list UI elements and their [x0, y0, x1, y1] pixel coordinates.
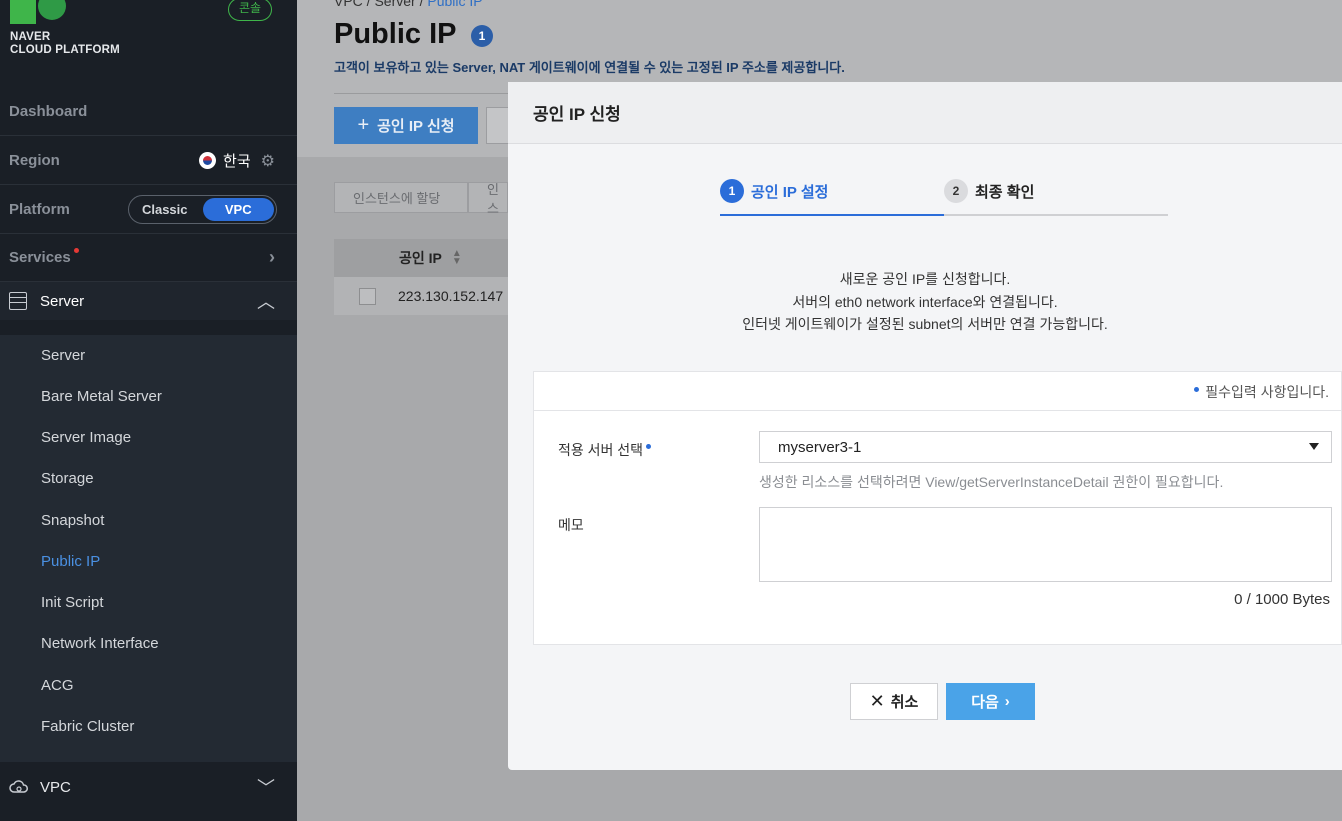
- sidebar-item-network-interface[interactable]: Network Interface: [41, 635, 159, 652]
- intro-line-1: 새로운 공인 IP를 신청합니다.: [839, 271, 1011, 287]
- server-select-label-text: 적용 서버 선택: [558, 442, 644, 458]
- apply-public-ip-button[interactable]: + 공인 IP 신청: [334, 107, 478, 144]
- memo-textarea[interactable]: [759, 507, 1332, 582]
- tab-instance-partial[interactable]: 인스: [468, 182, 508, 216]
- services-label: Services: [9, 249, 71, 266]
- sidebar-item-server-image[interactable]: Server Image: [41, 429, 131, 446]
- server-permission-hint: 생성한 리소스를 선택하려면 View/getServerInstanceDet…: [759, 474, 1224, 490]
- region-label: Region: [9, 152, 60, 169]
- server-submenu: Server Bare Metal Server Server Image St…: [0, 335, 297, 762]
- sidebar-item-bare-metal-server[interactable]: Bare Metal Server: [41, 388, 162, 405]
- table-row[interactable]: 223.130.152.147: [334, 277, 509, 315]
- next-button[interactable]: 다음 ›: [946, 683, 1035, 720]
- sidebar-item-fabric-cluster[interactable]: Fabric Cluster: [41, 718, 134, 735]
- breadcrumb-server[interactable]: Server: [374, 0, 415, 9]
- sidebar-item-init-script[interactable]: Init Script: [41, 594, 104, 611]
- apply-public-ip-modal: 공인 IP 신청 1 공인 IP 설정 2 최종 확인 새로운 공인 IP를 신…: [508, 82, 1342, 770]
- step-1-progress-line: [720, 214, 944, 216]
- platform-classic[interactable]: Classic: [129, 196, 201, 223]
- cloud-icon: [9, 780, 28, 793]
- row-public-ip: 223.130.152.147: [398, 288, 504, 304]
- chevron-right-icon: ›: [269, 247, 275, 267]
- chevron-up-icon: ︿: [257, 292, 275, 312]
- chevron-down-icon: ﹀: [257, 778, 275, 798]
- nav-platform: Platform Classic VPC: [0, 186, 297, 234]
- chevron-right-icon: ›: [1004, 693, 1010, 710]
- required-dot-icon: [1194, 386, 1200, 392]
- server-section-label: Server: [40, 292, 85, 310]
- vpc-section-label: VPC: [40, 778, 71, 796]
- intro-line-2: 서버의 eth0 network interface와 연결됩니다.: [792, 294, 1058, 310]
- step-2-number: 2: [944, 179, 968, 203]
- table-header: 공인 IP ▲ ▼: [334, 239, 509, 277]
- console-badge[interactable]: 콘솔: [228, 0, 272, 21]
- breadcrumb: VPC / Server / Public IP: [334, 0, 483, 9]
- nav-dashboard[interactable]: Dashboard: [0, 88, 297, 136]
- page-description: 고객이 보유하고 있는 Server, NAT 게이트웨이에 연결될 수 있는 …: [334, 60, 845, 75]
- next-button-label: 다음: [971, 694, 999, 711]
- region-value[interactable]: 한국: [223, 150, 251, 171]
- step-2-progress-line: [944, 214, 1168, 216]
- platform-toggle[interactable]: Classic VPC: [128, 195, 277, 224]
- korea-flag-icon: [199, 152, 217, 169]
- memo-label: 메모: [558, 517, 584, 533]
- server-icon: [9, 292, 27, 310]
- title-count-badge: 1: [471, 25, 493, 47]
- close-icon: ✕: [869, 691, 885, 711]
- apply-public-ip-label: 공인 IP 신청: [377, 118, 455, 135]
- tab-assign-instance[interactable]: 인스턴스에 할당: [334, 182, 468, 213]
- required-note: 필수입력 사항입니다.: [1194, 382, 1329, 402]
- sidebar-item-acg[interactable]: ACG: [41, 677, 74, 694]
- step-1: 1 공인 IP 설정: [720, 179, 828, 203]
- memo-byte-count: 0 / 1000 Bytes: [1234, 591, 1330, 608]
- gear-icon[interactable]: ⚙: [261, 151, 275, 171]
- form-card: 필수입력 사항입니다. 적용 서버 선택 myserver3-1 생성한 리소스…: [533, 371, 1342, 645]
- sidebar-item-storage[interactable]: Storage: [41, 470, 94, 487]
- plus-icon: +: [357, 114, 370, 136]
- nav-services[interactable]: Services ›: [0, 234, 297, 282]
- sidebar-item-public-ip[interactable]: Public IP: [41, 553, 100, 570]
- server-select-label: 적용 서버 선택: [558, 440, 652, 460]
- row-checkbox[interactable]: [359, 287, 376, 305]
- step-1-number: 1: [720, 179, 744, 203]
- vpc-section-header[interactable]: VPC ﹀: [0, 765, 297, 809]
- card-divider: [534, 410, 1342, 411]
- page-title: Public IP: [334, 18, 457, 50]
- sidebar-item-server[interactable]: Server: [41, 347, 85, 364]
- step-2: 2 최종 확인: [944, 179, 1034, 203]
- cancel-button[interactable]: ✕ 취소: [850, 683, 938, 720]
- logo-mark-icon: [10, 0, 66, 24]
- server-section-header[interactable]: Server ︿: [0, 282, 297, 320]
- brand-line1: NAVER: [10, 31, 51, 43]
- new-indicator-dot: [73, 248, 79, 253]
- server-select[interactable]: myserver3-1: [759, 431, 1332, 463]
- intro-line-3: 인터넷 게이트웨이가 설정된 subnet의 서버만 연결 가능합니다.: [742, 316, 1108, 332]
- required-note-text: 필수입력 사항입니다.: [1205, 384, 1329, 400]
- cancel-button-label: 취소: [890, 694, 919, 711]
- step-2-label: 최종 확인: [975, 183, 1035, 201]
- required-dot-icon: [646, 444, 652, 449]
- platform-vpc[interactable]: VPC: [202, 198, 274, 221]
- breadcrumb-vpc[interactable]: VPC: [334, 0, 363, 9]
- modal-title: 공인 IP 신청: [508, 82, 1342, 144]
- brand-line2: CLOUD PLATFORM: [10, 44, 120, 56]
- nav-region: Region 한국 ⚙: [0, 137, 297, 185]
- step-1-label: 공인 IP 설정: [751, 183, 829, 201]
- sidebar-item-snapshot[interactable]: Snapshot: [41, 512, 104, 529]
- col-public-ip[interactable]: 공인 IP: [399, 248, 442, 268]
- platform-label: Platform: [9, 201, 70, 218]
- server-select-value: myserver3-1: [778, 438, 862, 456]
- caret-down-icon: [1309, 443, 1319, 450]
- sidebar: NAVER CLOUD PLATFORM 콘솔 Dashboard Region…: [0, 0, 297, 821]
- nav-dashboard-label: Dashboard: [9, 103, 88, 120]
- breadcrumb-public-ip: Public IP: [427, 0, 483, 9]
- sort-icon[interactable]: ▲ ▼: [452, 249, 462, 267]
